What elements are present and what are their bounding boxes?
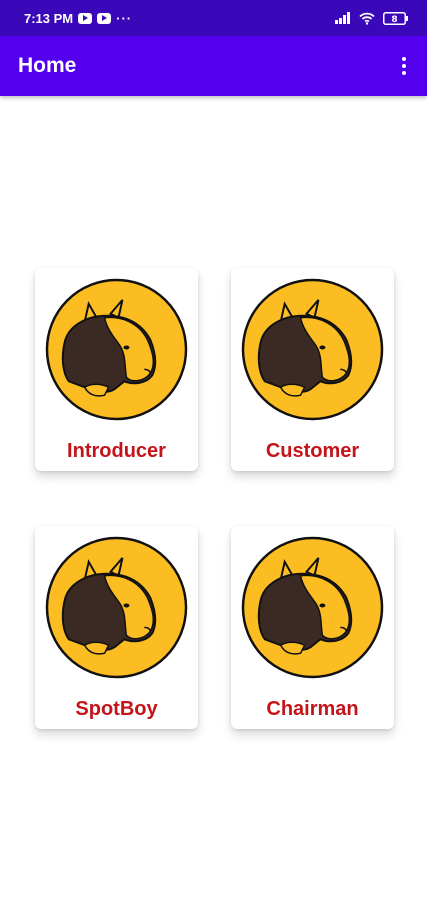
tile-label: SpotBoy (75, 698, 158, 720)
wifi-icon (359, 12, 375, 25)
tile-label: Introducer (67, 440, 166, 462)
overflow-menu-icon[interactable] (395, 54, 413, 78)
cow-logo-icon (241, 278, 384, 421)
cow-logo-icon (45, 278, 188, 421)
signal-icon (335, 12, 350, 24)
tile-spotboy[interactable]: SpotBoy (35, 526, 198, 729)
cow-logo-icon (241, 536, 384, 679)
more-dots-icon: ··· (116, 10, 133, 26)
battery-icon: 8 (383, 11, 408, 25)
tile-customer[interactable]: Customer (231, 268, 394, 471)
youtube-icon (78, 12, 93, 24)
battery-level: 8 (391, 15, 397, 25)
tile-label: Chairman (266, 698, 359, 720)
status-right: 8 (335, 11, 409, 25)
youtube-icon (97, 12, 112, 24)
status-bar: 7:13 PM ··· 8 (0, 0, 427, 36)
page-title: Home (18, 54, 77, 77)
status-time: 7:13 PM (24, 10, 74, 26)
tile-chairman[interactable]: Chairman (231, 526, 394, 729)
cow-logo-icon (45, 536, 188, 679)
status-left: 7:13 PM ··· (24, 11, 132, 26)
tile-introducer[interactable]: Introducer (35, 268, 198, 471)
app-bar: Home (0, 36, 427, 96)
tile-label: Customer (265, 440, 360, 462)
